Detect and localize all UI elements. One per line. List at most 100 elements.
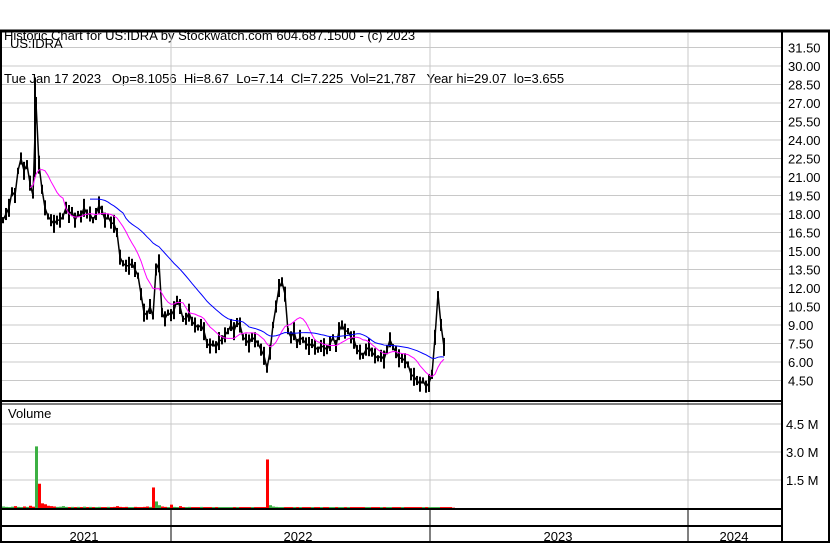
price-tick-label: 15.00 [788, 244, 821, 259]
volume-bar [116, 506, 119, 508]
volume-bar [17, 506, 20, 508]
volume-bar [386, 507, 389, 509]
volume-bar [218, 507, 221, 509]
volume-bar [356, 507, 359, 509]
volume-bar [446, 507, 449, 509]
volume-bar [365, 507, 368, 509]
volume-bar [347, 507, 350, 509]
volume-bar [8, 507, 11, 509]
volume-bar [50, 506, 53, 508]
volume-bar [65, 506, 68, 508]
volume-bar [350, 507, 353, 509]
volume-bar [305, 507, 308, 509]
volume-bar [245, 507, 248, 509]
volume-bar [107, 506, 110, 508]
volume-bar [11, 506, 14, 508]
volume-bar [185, 507, 188, 509]
volume-bar [353, 507, 356, 509]
volume-bar [341, 507, 344, 509]
year-label: 2024 [720, 529, 749, 543]
volume-bar [53, 506, 56, 508]
stock-chart: US:IDRA Volume 31.50 30.00 28.50 27.00 25.50… [0, 29, 830, 543]
volume-bar [368, 507, 371, 509]
volume-bar [209, 507, 212, 509]
volume-bar [98, 506, 101, 508]
year-label: 2021 [70, 529, 99, 543]
volume-bar [320, 507, 323, 509]
volume-bar [182, 507, 185, 509]
price-tick-label: 19.50 [788, 189, 821, 204]
volume-bar [251, 507, 254, 509]
volume-bar [86, 507, 89, 509]
volume-bar [314, 507, 317, 509]
volume-bar [188, 506, 191, 508]
volume-bar [404, 507, 407, 509]
price-tick-label: 7.50 [788, 337, 813, 352]
volume-bar [431, 507, 434, 509]
volume-bar [197, 507, 200, 509]
volume-bar [32, 506, 35, 508]
volume-bar [398, 507, 401, 509]
volume-bar [26, 506, 29, 508]
price-tick-label: 12.00 [788, 281, 821, 296]
volume-bar [326, 507, 329, 509]
price-series [2, 77, 445, 393]
volume-bar [248, 507, 251, 509]
volume-bar [287, 507, 290, 509]
price-tick-label: 22.50 [788, 152, 821, 167]
volume-bar [158, 505, 161, 508]
chart-frame [0, 29, 830, 543]
volume-bar [161, 506, 164, 508]
volume-bar [95, 507, 98, 509]
volume-bar [338, 507, 341, 509]
volume-bar [275, 506, 278, 508]
volume-bar [311, 507, 314, 509]
volume-bar [407, 507, 410, 509]
volume-bar [422, 507, 425, 509]
volume-bar [335, 507, 338, 509]
volume-bar [38, 483, 41, 508]
volume-bar [254, 507, 257, 509]
volume-bar [323, 507, 326, 509]
volume-bar [299, 507, 302, 509]
volume-bar [401, 507, 404, 509]
volume-tick-label: 4.5 M [786, 417, 819, 432]
volume-bar [260, 507, 263, 509]
volume-bar [128, 507, 131, 509]
volume-bar [269, 505, 272, 508]
volume-bar [242, 507, 245, 509]
price-tick-label: 9.00 [788, 318, 813, 333]
price-tick-label: 4.50 [788, 374, 813, 389]
volume-bar [83, 506, 86, 508]
volume-bar [74, 507, 77, 509]
volume-bar [125, 506, 128, 508]
volume-bar [344, 507, 347, 509]
volume-bars [2, 446, 455, 509]
moving-average-line [29, 169, 445, 378]
volume-tick-label: 3.0 M [786, 445, 819, 460]
volume-bar [308, 507, 311, 509]
volume-bar [440, 507, 443, 509]
price-tick-label: 27.00 [788, 96, 821, 111]
price-tick-label: 28.50 [788, 78, 821, 93]
volume-bar [371, 507, 374, 509]
volume-bar [416, 507, 419, 509]
volume-bar [230, 507, 233, 509]
volume-bar [179, 506, 182, 508]
year-label: 2022 [284, 529, 313, 543]
volume-bar [59, 506, 62, 508]
volume-bar [44, 504, 47, 508]
volume-bar [437, 507, 440, 509]
volume-bar [317, 507, 320, 509]
volume-bar [2, 506, 5, 508]
volume-bar [377, 507, 380, 509]
volume-bar [89, 506, 92, 508]
volume-bar [41, 503, 44, 508]
year-label: 2023 [544, 529, 573, 543]
volume-bar [290, 507, 293, 509]
volume-bar [14, 506, 17, 508]
volume-bar [215, 507, 218, 509]
volume-bar [62, 506, 65, 508]
volume-bar [80, 507, 83, 509]
volume-bar [23, 506, 26, 508]
